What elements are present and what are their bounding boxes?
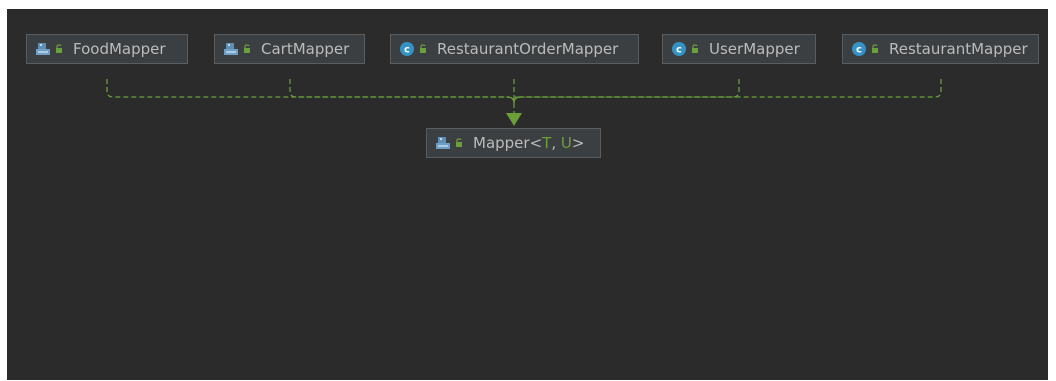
edge-restaurantmapper-mapper (515, 79, 942, 98)
node-foodmapper[interactable]: FoodMapper (26, 34, 188, 64)
edge-foodmapper-mapper (106, 79, 509, 98)
mapper-name: Mapper (473, 134, 530, 152)
diagram-canvas: FoodMapper CartMapper c RestaurantOrderM… (7, 9, 1048, 380)
inheritance-arrowhead (506, 113, 522, 126)
edges-layer (106, 79, 942, 126)
node-restaurantordermapper[interactable]: c RestaurantOrderMapper (390, 34, 639, 64)
node-label: UserMapper (709, 40, 800, 58)
class-icon: c (851, 41, 867, 57)
public-visibility-icon (54, 44, 64, 54)
generic-close: > (571, 134, 585, 152)
class-icon: c (399, 41, 415, 57)
node-restaurantmapper[interactable]: c RestaurantMapper (842, 34, 1039, 64)
interface-icon (435, 135, 451, 151)
node-label: RestaurantOrderMapper (437, 40, 619, 58)
node-mapper[interactable]: Mapper<T, U> (426, 128, 601, 158)
generic-comma: , (551, 134, 561, 152)
public-visibility-icon (454, 138, 464, 148)
generic-open: < (529, 134, 543, 152)
node-label: CartMapper (261, 40, 350, 58)
interface-icon (35, 41, 51, 57)
public-visibility-icon (242, 44, 252, 54)
node-cartmapper[interactable]: CartMapper (214, 34, 365, 64)
edge-cartmapper-mapper (289, 79, 509, 98)
node-label: RestaurantMapper (889, 40, 1028, 58)
interface-icon (223, 41, 239, 57)
public-visibility-icon (418, 44, 428, 54)
type-param-u: U (560, 134, 572, 152)
public-visibility-icon (690, 44, 700, 54)
type-param-t: T (542, 134, 552, 152)
class-icon: c (671, 41, 687, 57)
node-label: Mapper<T, U> (473, 134, 584, 152)
public-visibility-icon (870, 44, 880, 54)
svg-text:c: c (856, 45, 862, 56)
node-label: FoodMapper (73, 40, 166, 58)
svg-text:c: c (676, 45, 682, 56)
svg-text:c: c (404, 45, 410, 56)
node-usermapper[interactable]: c UserMapper (662, 34, 816, 64)
edge-userMapper-mapper (515, 79, 740, 98)
